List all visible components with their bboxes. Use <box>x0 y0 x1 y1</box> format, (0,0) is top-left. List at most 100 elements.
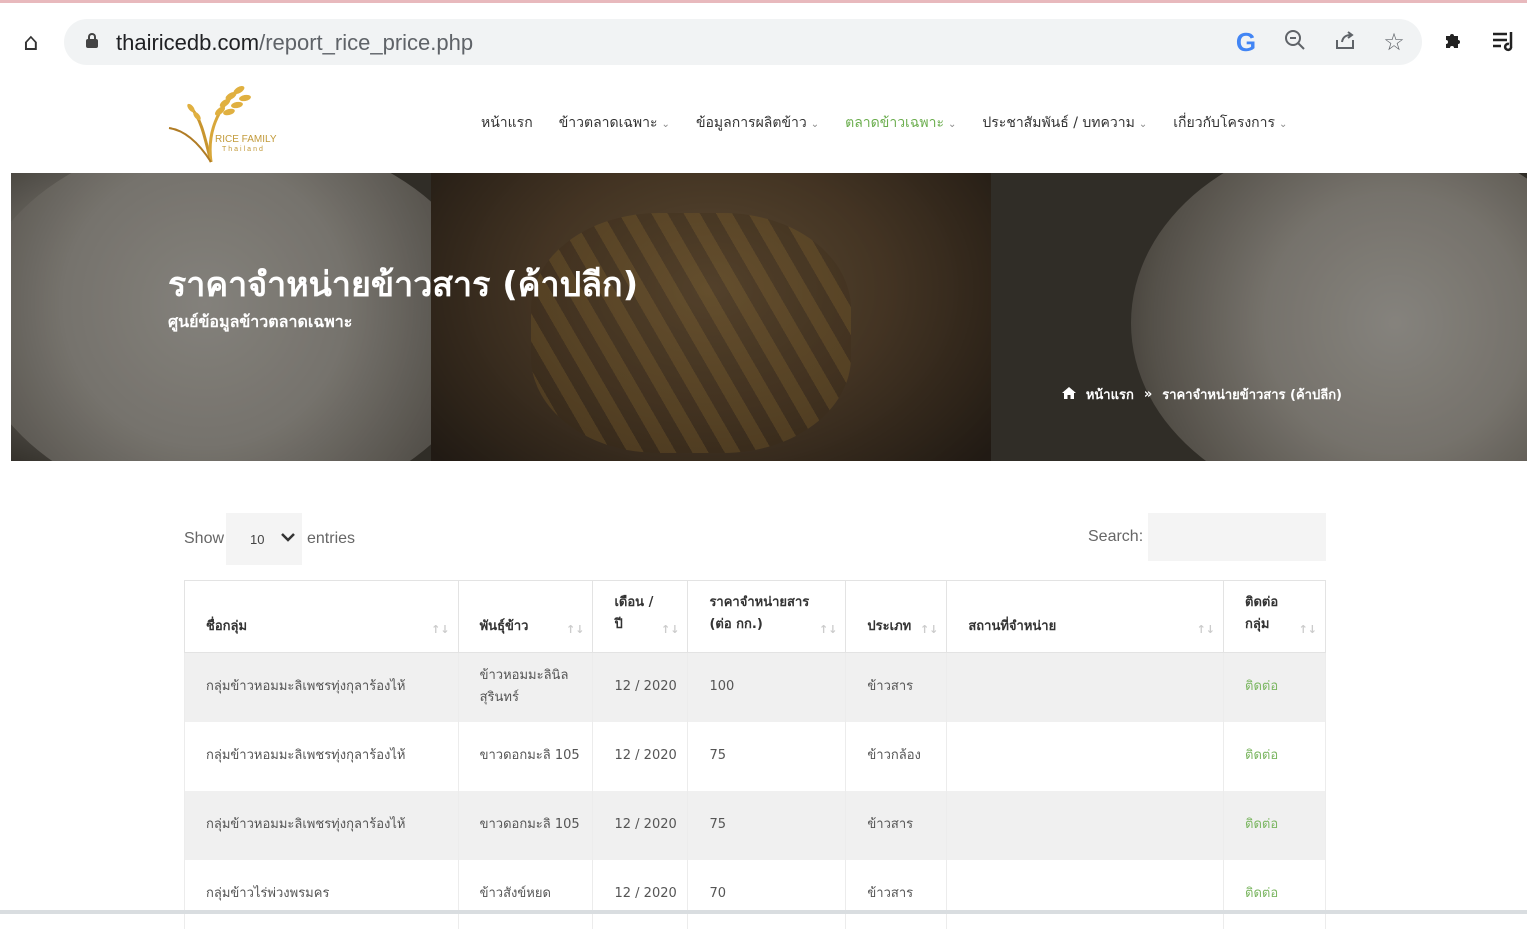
rice-price-table: ชื่อกลุ่ม ↑↓ พันธุ์ข้าว ↑↓ เดือน / ปี ↑↓ รา… <box>184 580 1326 929</box>
cell-group-name: กลุ่มข้าวหอมมะลิเพชรทุ่งกุลาร้องไห้ <box>184 790 459 860</box>
entries-length-select[interactable]: 10 <box>226 513 302 565</box>
sort-icon: ↑↓ <box>919 623 939 636</box>
breadcrumb-home-link[interactable]: หน้าแรก <box>1086 384 1134 405</box>
lock-icon[interactable] <box>86 33 98 48</box>
table-row: กลุ่มข้าวไร่พ่วงพรมคร ข้าวสังข์หยด 12 / … <box>184 859 1326 929</box>
chevron-down-icon <box>281 527 295 546</box>
window-bottom-edge <box>0 910 1527 914</box>
logo-text: RICE FAMILY <box>215 134 277 145</box>
column-header-group-name[interactable]: ชื่อกลุ่ม ↑↓ <box>184 580 459 653</box>
column-header-label: ประเภท <box>867 619 912 634</box>
show-label: Show <box>184 530 225 547</box>
home-icon[interactable] <box>1061 386 1076 403</box>
browser-toolbar: ⌂ thairicedb.com/report_rice_price.php G… <box>0 0 1527 70</box>
table-row: กลุ่มข้าวหอมมะลิเพชรทุ่งกุลาร้องไห้ ข้าว… <box>184 652 1326 722</box>
sort-icon: ↑↓ <box>818 623 838 636</box>
nav-item-label: ตลาดข้าวเฉพาะ <box>845 115 944 131</box>
column-header-location[interactable]: สถานที่จำหน่าย ↑↓ <box>946 580 1224 653</box>
cell-variety: ขาวดอกมะลิ 105 <box>458 790 594 860</box>
cell-month-year: 12 / 2020 <box>592 652 689 722</box>
cell-variety: ข้าวสังข์หยด <box>458 859 594 929</box>
search-label: Search: <box>1088 528 1144 545</box>
column-header-price[interactable]: ราคาจำหน่ายสาร (ต่อ กก.) ↑↓ <box>687 580 847 653</box>
cell-group-name: กลุ่มข้าวไร่พ่วงพรมคร <box>184 859 459 929</box>
hero-banner: ราคาจำหน่ายข้าวสาร (ค้าปลีก) ศูนย์ข้อมูล… <box>11 173 1527 461</box>
cell-month-year: 12 / 2020 <box>592 721 689 791</box>
table-controls: Show 10 entries Search: <box>184 513 1326 565</box>
column-header-type[interactable]: ประเภท ↑↓ <box>845 580 948 653</box>
cell-location <box>946 652 1224 722</box>
url-host: thairicedb.com <box>116 30 260 55</box>
nav-item-production-data[interactable]: ข้อมูลการผลิตข้าว ⌄ <box>696 112 819 134</box>
cell-price: 100 <box>687 652 847 722</box>
site-header: RICE FAMILY Thailand หน้าแรก ข้าวตลาดเฉพ… <box>11 70 1527 173</box>
nav-item-label: ข้อมูลการผลิตข้าว <box>695 115 807 131</box>
chevron-down-icon: ⌄ <box>810 119 820 130</box>
search-input[interactable] <box>1148 513 1326 561</box>
page-subtitle: ศูนย์ข้อมูลข้าวตลาดเฉพาะ <box>168 312 353 331</box>
breadcrumb: หน้าแรก » ราคาจำหน่ายข้าวสาร (ค้าปลีก) <box>1061 384 1342 405</box>
cell-location <box>946 790 1224 860</box>
sort-icon: ↑↓ <box>1298 623 1317 636</box>
nav-item-home[interactable]: หน้าแรก <box>481 112 533 134</box>
chevron-down-icon: ⌄ <box>1279 119 1288 130</box>
nav-item-label: เกี่ยวกับโครงการ <box>1173 115 1276 131</box>
extensions-icon[interactable] <box>1440 28 1468 56</box>
cell-type: ข้าวสาร <box>845 652 948 722</box>
table-row: กลุ่มข้าวหอมมะลิเพชรทุ่งกุลาร้องไห้ ขาวด… <box>184 790 1326 860</box>
google-icon[interactable]: G <box>1232 28 1260 56</box>
cell-location <box>946 859 1224 929</box>
reading-list-icon[interactable] <box>1490 28 1518 56</box>
column-header-contact[interactable]: ติดต่อ กลุ่ม ↑↓ <box>1223 580 1326 653</box>
chevron-down-icon: ⌄ <box>948 119 957 130</box>
cell-type: ข้าวสาร <box>845 859 948 929</box>
nav-item-about[interactable]: เกี่ยวกับโครงการ ⌄ <box>1173 112 1287 134</box>
breadcrumb-current: ราคาจำหน่ายข้าวสาร (ค้าปลีก) <box>1162 388 1342 403</box>
nav-item-label: ประชาสัมพันธ์ / บทความ <box>982 115 1135 131</box>
column-header-label: พันธุ์ข้าว <box>479 619 529 634</box>
entries-length-value: 10 <box>250 532 265 547</box>
column-header-label: ชื่อกลุ่ม <box>206 619 248 634</box>
cell-group-name: กลุ่มข้าวหอมมะลิเพชรทุ่งกุลาร้องไห้ <box>184 652 459 722</box>
contact-link[interactable]: ติดต่อ <box>1223 790 1326 860</box>
url-text[interactable]: thairicedb.com/report_rice_price.php <box>116 30 473 56</box>
column-header-month-year[interactable]: เดือน / ปี ↑↓ <box>592 580 689 653</box>
sort-icon: ↑↓ <box>661 623 680 636</box>
sort-icon: ↑↓ <box>431 623 450 636</box>
column-header-label: ติดต่อ กลุ่ม <box>1245 595 1279 632</box>
sort-icon: ↑↓ <box>1196 623 1215 636</box>
star-icon[interactable]: ☆ <box>1380 28 1408 56</box>
column-header-label: สถานที่จำหน่าย <box>968 619 1057 634</box>
cell-price: 70 <box>687 859 847 929</box>
cell-variety: ขาวดอกมะลิ 105 <box>458 721 594 791</box>
nav-item-pr-articles[interactable]: ประชาสัมพันธ์ / บทความ ⌄ <box>982 112 1147 134</box>
main-nav: หน้าแรก ข้าวตลาดเฉพาะ ⌄ ข้อมูลการผลิตข้าว… <box>481 112 1287 134</box>
nav-item-niche-rice[interactable]: ข้าวตลาดเฉพาะ ⌄ <box>559 112 670 134</box>
nav-item-niche-market[interactable]: ตลาดข้าวเฉพาะ ⌄ <box>845 112 956 134</box>
contact-link[interactable]: ติดต่อ <box>1223 721 1326 791</box>
cell-month-year: 12 / 2020 <box>592 859 689 929</box>
zoom-icon[interactable] <box>1281 28 1309 56</box>
cell-group-name: กลุ่มข้าวหอมมะลิเพชรทุ่งกุลาร้องไห้ <box>184 721 459 791</box>
cell-location <box>946 721 1224 791</box>
entries-label: entries <box>307 530 356 547</box>
contact-link[interactable]: ติดต่อ <box>1223 859 1326 929</box>
logo-subtext: Thailand <box>222 146 265 153</box>
sort-icon: ↑↓ <box>566 623 585 636</box>
cell-price: 75 <box>687 790 847 860</box>
cell-price: 75 <box>687 721 847 791</box>
site-logo[interactable]: RICE FAMILY Thailand <box>167 78 287 164</box>
contact-link[interactable]: ติดต่อ <box>1223 652 1326 722</box>
home-icon[interactable]: ⌂ <box>18 29 44 55</box>
cell-type: ข้าวสาร <box>845 790 948 860</box>
share-icon[interactable] <box>1331 28 1359 56</box>
cell-type: ข้าวกล้อง <box>845 721 948 791</box>
column-header-label: ราคาจำหน่ายสาร (ต่อ กก.) <box>709 595 810 632</box>
address-bar[interactable]: thairicedb.com/report_rice_price.php G ☆ <box>64 19 1422 65</box>
url-path: /report_rice_price.php <box>259 30 474 55</box>
breadcrumb-separator: » <box>1143 387 1153 402</box>
cell-month-year: 12 / 2020 <box>592 790 689 860</box>
table-header-row: ชื่อกลุ่ม ↑↓ พันธุ์ข้าว ↑↓ เดือน / ปี ↑↓ รา… <box>184 580 1326 653</box>
column-header-variety[interactable]: พันธุ์ข้าว ↑↓ <box>457 580 594 653</box>
chevron-down-icon: ⌄ <box>1138 119 1148 130</box>
